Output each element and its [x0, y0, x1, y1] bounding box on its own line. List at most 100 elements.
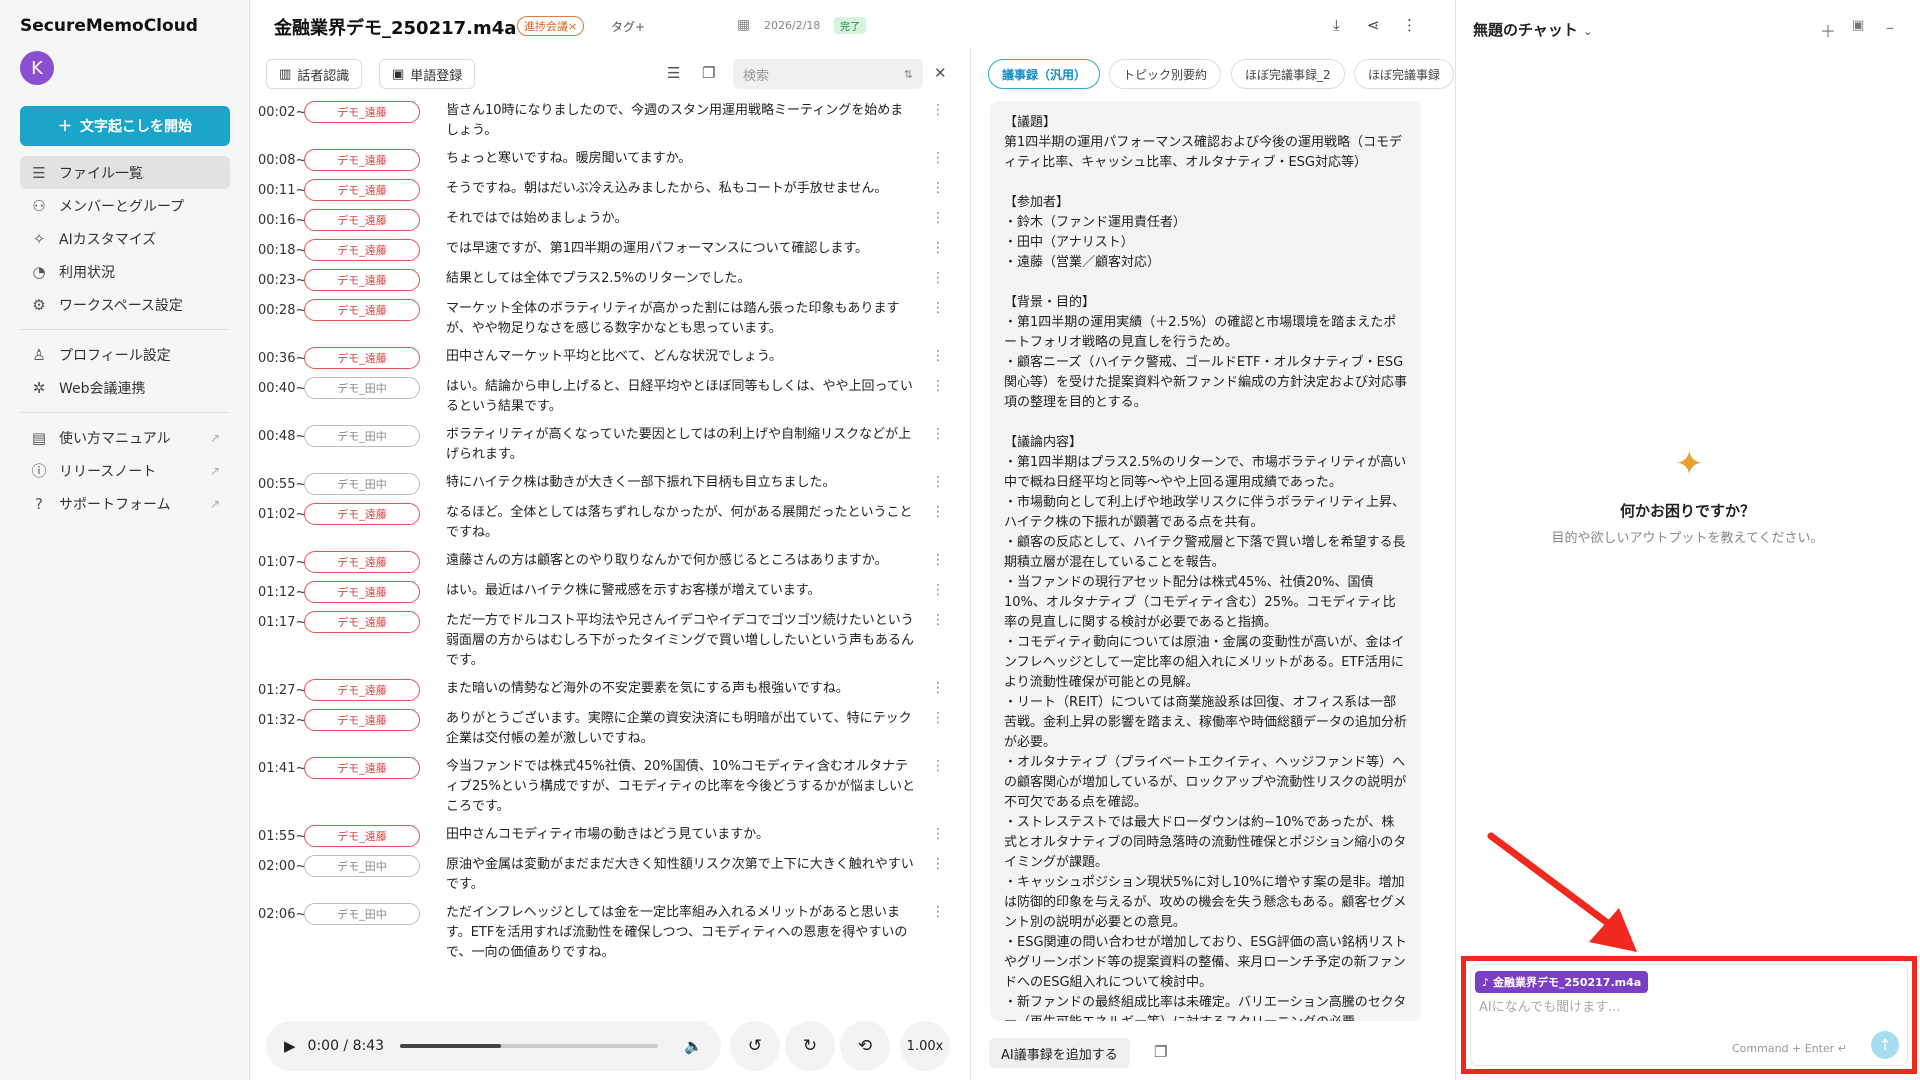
minimize-icon[interactable]: –: [1886, 18, 1894, 37]
sidebar-item-release-notes[interactable]: ⓘ リリースノート ↗: [20, 454, 230, 487]
word-registration-button[interactable]: ▣ 単語登録: [379, 59, 476, 89]
copy-icon[interactable]: ❐: [1154, 1043, 1167, 1061]
share-icon[interactable]: ⋖: [1367, 16, 1380, 34]
utterance-text[interactable]: なるほど。全体としては落ちずれしなかったが、何がある展開だったということですね。: [446, 503, 916, 543]
start-transcription-button[interactable]: ＋ 文字起こしを開始: [20, 106, 230, 146]
utterance-text[interactable]: 皆さん10時になりましたので、今週のスタン用運用戦略ミーティングを始めましょう。: [446, 101, 916, 141]
timestamp[interactable]: 00:16~: [258, 209, 306, 228]
timestamp[interactable]: 01:17~: [258, 611, 306, 630]
sidebar-item-profile[interactable]: ♙ プロフィール設定: [20, 338, 230, 371]
more-vertical-icon[interactable]: ⋮: [928, 581, 948, 598]
speaker-chip[interactable]: デモ_遠藤: [304, 551, 420, 573]
sidebar-item-members[interactable]: ⚇ メンバーとグループ: [20, 189, 230, 222]
speaker-chip[interactable]: デモ_遠藤: [304, 239, 420, 261]
utterance-text[interactable]: 田中さんマーケット平均と比べて、どんな状況でしょう。: [446, 347, 916, 367]
volume-icon[interactable]: 🔈: [684, 1037, 703, 1055]
transcript-row[interactable]: 00:28~ デモ_遠藤 マーケット全体のボラティリティが高かった割には踏ん張った印…: [258, 299, 958, 339]
more-vertical-icon[interactable]: ⋮: [928, 299, 948, 316]
utterance-text[interactable]: では早速ですが、第1四半期の運用パフォーマンスについて確認します。: [446, 239, 916, 259]
transcript-row[interactable]: 00:16~ デモ_遠藤 それではでは始めましょうか。 ⋮: [258, 209, 958, 231]
speaker-chip[interactable]: デモ_田中: [304, 903, 420, 925]
sidebar-item-files[interactable]: ☰ ファイル一覧: [20, 156, 230, 189]
timestamp[interactable]: 01:55~: [258, 825, 306, 844]
speaker-chip[interactable]: デモ_田中: [304, 425, 420, 447]
utterance-text[interactable]: はい。最近はハイテク株に警戒感を示すお客様が増えています。: [446, 581, 916, 601]
transcript-search[interactable]: 検索 ⇅: [733, 59, 923, 89]
timestamp[interactable]: 00:18~: [258, 239, 306, 258]
speaker-chip[interactable]: デモ_遠藤: [304, 581, 420, 603]
more-vertical-icon[interactable]: ⋮: [928, 611, 948, 628]
utterance-text[interactable]: はい。結論から申し上げると、日経平均やとほぼ同等もしくは、やや上回っているという…: [446, 377, 916, 417]
timestamp[interactable]: 02:06~: [258, 903, 306, 922]
chat-input[interactable]: [1479, 1000, 1859, 1015]
user-avatar[interactable]: K: [20, 51, 54, 85]
sidebar-item-workspace-settings[interactable]: ⚙ ワークスペース設定: [20, 288, 230, 321]
speaker-chip[interactable]: デモ_田中: [304, 377, 420, 399]
timestamp[interactable]: 01:02~: [258, 503, 306, 522]
utterance-text[interactable]: 結果としては全体でプラス2.5%のリターンでした。: [446, 269, 916, 289]
speaker-chip[interactable]: デモ_遠藤: [304, 179, 420, 201]
timestamp[interactable]: 01:12~: [258, 581, 306, 600]
sidebar-item-support[interactable]: ? サポートフォーム ↗: [20, 487, 230, 520]
tab-minutes-2[interactable]: ほぼ完議事録_2: [1231, 59, 1345, 89]
more-vertical-icon[interactable]: ⋮: [928, 425, 948, 442]
speaker-chip[interactable]: デモ_遠藤: [304, 709, 420, 731]
play-icon[interactable]: ▶: [284, 1037, 296, 1055]
transcript-row[interactable]: 01:07~ デモ_遠藤 遠藤さんの方は顧客とのやり取りなんかで何か感じるところはあ…: [258, 551, 958, 573]
file-title[interactable]: 金融業界デモ_250217.m4a: [274, 14, 516, 40]
transcript-row[interactable]: 01:32~ デモ_遠藤 ありがとうございます。実際に企業の資安決済にも明暗が出てい…: [258, 709, 958, 749]
more-vertical-icon[interactable]: ⋮: [928, 209, 948, 226]
transcript-row[interactable]: 01:17~ デモ_遠藤 ただ一方でドルコスト平均法や兄さんイデコやイデコでゴツゴツ…: [258, 611, 958, 671]
timestamp[interactable]: 00:48~: [258, 425, 306, 444]
search-input[interactable]: 検索: [743, 65, 769, 84]
transcript-row[interactable]: 00:08~ デモ_遠藤 ちょっと寒いですね。暖房聞いてますか。 ⋮: [258, 149, 958, 171]
timestamp[interactable]: 00:36~: [258, 347, 306, 366]
more-vertical-icon[interactable]: ⋮: [928, 757, 948, 774]
timestamp[interactable]: 01:32~: [258, 709, 306, 728]
speaker-recognition-button[interactable]: ▥ 話者認識: [266, 59, 363, 89]
timestamp[interactable]: 00:23~: [258, 269, 306, 288]
transcript-row[interactable]: 00:36~ デモ_遠藤 田中さんマーケット平均と比べて、どんな状況でしょう。 ⋮: [258, 347, 958, 369]
more-vertical-icon[interactable]: ⋮: [928, 377, 948, 394]
utterance-text[interactable]: そうですね。朝はだいぶ冷え込みましたから、私もコートが手放せません。: [446, 179, 916, 199]
more-vertical-icon[interactable]: ⋮: [928, 347, 948, 364]
transcript-row[interactable]: 02:06~ デモ_田中 ただインフレヘッジとしては金を一定比率組み入れるメリットが…: [258, 903, 958, 963]
speaker-chip[interactable]: デモ_遠藤: [304, 503, 420, 525]
tab-minutes[interactable]: ほぼ完議事録: [1354, 59, 1455, 89]
more-vertical-icon[interactable]: ⋮: [928, 709, 948, 726]
speaker-chip[interactable]: デモ_遠藤: [304, 825, 420, 847]
tag-chip[interactable]: 進捗会議×: [517, 16, 585, 36]
copy-icon[interactable]: ❐: [702, 64, 715, 82]
transcript-row[interactable]: 01:27~ デモ_遠藤 また暗いの情勢など海外の不安定要素を気にする声も根強いです…: [258, 679, 958, 701]
timestamp[interactable]: 00:08~: [258, 149, 306, 168]
transcript-row[interactable]: 01:02~ デモ_遠藤 なるほど。全体としては落ちずれしなかったが、何がある展開だ…: [258, 503, 958, 543]
speaker-chip[interactable]: デモ_遠藤: [304, 611, 420, 633]
utterance-text[interactable]: ありがとうございます。実際に企業の資安決済にも明暗が出ていて、特にテック企業は交…: [446, 709, 916, 749]
more-vertical-icon[interactable]: ⋮: [928, 101, 948, 118]
transcript-row[interactable]: 01:12~ デモ_遠藤 はい。最近はハイテク株に警戒感を示すお客様が増えています。…: [258, 581, 958, 603]
more-vertical-icon[interactable]: ⋮: [928, 503, 948, 520]
transcript-row[interactable]: 01:55~ デモ_遠藤 田中さんコモディティ市場の動きはどう見ていますか。 ⋮: [258, 825, 958, 847]
speaker-chip[interactable]: デモ_遠藤: [304, 209, 420, 231]
more-vertical-icon[interactable]: ⋮: [928, 903, 948, 920]
speaker-chip[interactable]: デモ_遠藤: [304, 679, 420, 701]
speaker-chip[interactable]: デモ_田中: [304, 855, 420, 877]
more-vertical-icon[interactable]: ⋮: [928, 473, 948, 490]
utterance-text[interactable]: 特にハイテク株は動きが大きく一部下振れ下目柄も目立ちました。: [446, 473, 916, 493]
transcript-row[interactable]: 00:02~ デモ_遠藤 皆さん10時になりましたので、今週のスタン用運用戦略ミーテ…: [258, 101, 958, 141]
send-button[interactable]: ↑: [1871, 1031, 1899, 1059]
timestamp[interactable]: 00:55~: [258, 473, 306, 492]
transcript-row[interactable]: 00:11~ デモ_遠藤 そうですね。朝はだいぶ冷え込みましたから、私もコートが手放…: [258, 179, 958, 201]
transcript-row[interactable]: 00:48~ デモ_田中 ボラティリティが高くなっていた要因としてはの利上げや自制縮…: [258, 425, 958, 465]
sidebar-item-ai-customize[interactable]: ✧ AIカスタマイズ: [20, 222, 230, 255]
more-vertical-icon[interactable]: ⋮: [928, 239, 948, 256]
download-icon[interactable]: ⤓: [1333, 16, 1340, 34]
transcript-row[interactable]: 00:55~ デモ_田中 特にハイテク株は動きが大きく一部下振れ下目柄も目立ちました…: [258, 473, 958, 495]
more-vertical-icon[interactable]: ⋮: [928, 855, 948, 872]
transcript-row[interactable]: 00:18~ デモ_遠藤 では早速ですが、第1四半期の運用パフォーマンスについて確認…: [258, 239, 958, 261]
transcript-row[interactable]: 02:00~ デモ_田中 原油や金属は変動がまだまだ大きく知性額リスク次第で上下に大…: [258, 855, 958, 895]
transcript-row[interactable]: 00:40~ デモ_田中 はい。結論から申し上げると、日経平均やとほぼ同等もしくは、…: [258, 377, 958, 417]
rewind-button[interactable]: ↺: [730, 1021, 780, 1071]
more-vertical-icon[interactable]: ⋮: [928, 269, 948, 286]
sidebar-item-manual[interactable]: ▤ 使い方マニュアル ↗: [20, 421, 230, 454]
